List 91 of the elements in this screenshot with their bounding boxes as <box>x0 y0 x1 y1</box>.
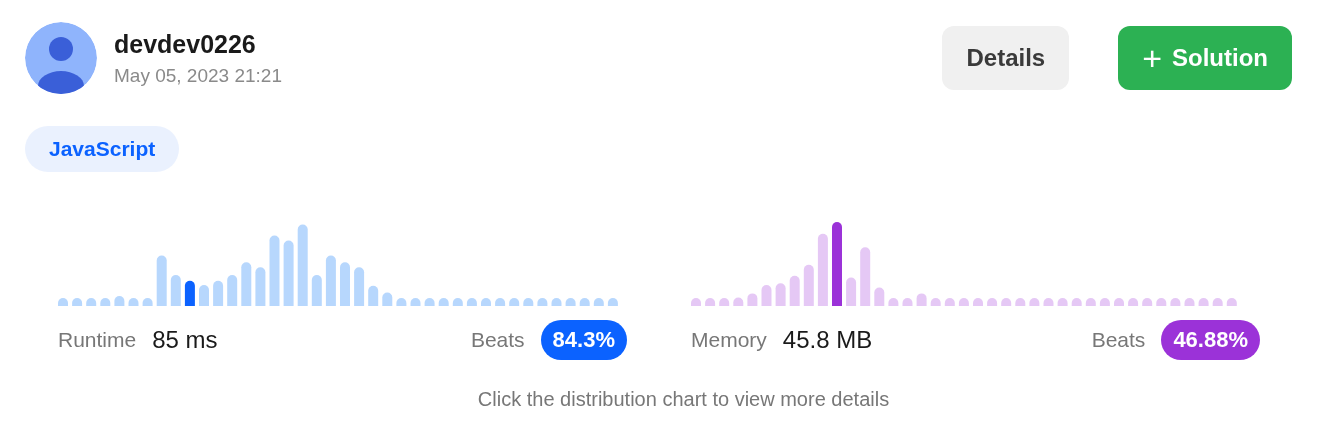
plus-icon: + <box>1142 41 1162 75</box>
chart-bar[interactable] <box>789 275 800 306</box>
beats-percentage: 84.3% <box>540 320 627 360</box>
chart-bar[interactable] <box>1071 298 1082 306</box>
chart-bar[interactable] <box>775 283 786 306</box>
chart-bar[interactable] <box>733 297 744 306</box>
chart-bar[interactable] <box>1198 298 1209 306</box>
chart-bar[interactable] <box>930 298 941 306</box>
chart-bar[interactable] <box>227 274 238 306</box>
chart-bar[interactable] <box>269 235 280 306</box>
chart-bar[interactable] <box>1114 298 1124 306</box>
chart-bar[interactable] <box>719 298 730 306</box>
chart-bar[interactable] <box>846 277 857 306</box>
details-button[interactable]: Details <box>942 26 1070 90</box>
chart-bar[interactable] <box>156 255 167 306</box>
chart-bar[interactable] <box>340 262 350 306</box>
chart-bar[interactable] <box>255 267 266 306</box>
chart-bar[interactable] <box>705 298 716 306</box>
chart-bar[interactable] <box>481 298 491 306</box>
chart-bar[interactable] <box>354 267 365 306</box>
chart-bar[interactable] <box>1001 298 1012 306</box>
chart-bar[interactable] <box>803 264 814 306</box>
chart-bar[interactable] <box>747 293 758 306</box>
chart-bar[interactable] <box>1099 298 1110 306</box>
language-tag: JavaScript <box>25 126 180 172</box>
chart-bar[interactable] <box>1057 298 1068 306</box>
chart-bar[interactable] <box>410 298 421 306</box>
chart-bar[interactable] <box>860 247 871 306</box>
chart-bar[interactable] <box>691 298 701 306</box>
chart-bar[interactable] <box>382 292 393 306</box>
avatar-icon <box>25 22 97 94</box>
chart-bar[interactable] <box>1156 298 1167 306</box>
chart-bar[interactable] <box>523 298 534 306</box>
chart-bar[interactable] <box>283 240 294 306</box>
chart-bar[interactable] <box>1170 298 1181 306</box>
chart-bar[interactable] <box>888 298 899 306</box>
hint-text: Click the distribution chart to view more details <box>476 388 891 411</box>
chart-bar[interactable] <box>213 280 224 306</box>
chart-bar[interactable] <box>86 298 97 306</box>
chart-bar[interactable] <box>241 262 252 306</box>
chart-bar[interactable] <box>128 298 139 306</box>
chart-bar[interactable] <box>1184 298 1195 306</box>
post-date: May 05, 2023 21:21 <box>114 64 282 87</box>
chart-bar[interactable] <box>1142 298 1153 306</box>
chart-bar[interactable] <box>114 295 125 306</box>
chart-bar[interactable] <box>424 298 435 306</box>
chart-bar[interactable] <box>1128 298 1139 306</box>
beats-label: Beats <box>1091 328 1146 352</box>
chart-bar[interactable] <box>100 298 111 306</box>
chart-bar[interactable] <box>142 298 153 306</box>
beats-percentage: 46.88% <box>1161 320 1260 360</box>
chart-bar[interactable] <box>438 298 449 306</box>
chart-bar[interactable] <box>466 298 477 306</box>
chart-bar[interactable] <box>1029 298 1040 306</box>
chart-bar[interactable] <box>58 298 68 306</box>
chart-bar[interactable] <box>916 293 927 306</box>
username[interactable]: devdev0226 <box>114 29 282 59</box>
chart-bar[interactable] <box>311 274 322 306</box>
chart-bar[interactable] <box>1043 298 1054 306</box>
chart-bar[interactable] <box>368 285 379 306</box>
chart-bar[interactable] <box>579 298 590 306</box>
chart-bar[interactable] <box>987 298 998 306</box>
chart-bar[interactable] <box>1226 298 1237 306</box>
chart-bar[interactable] <box>817 233 828 306</box>
chart-bar[interactable] <box>297 224 308 306</box>
chart-bar[interactable] <box>396 298 407 306</box>
stat-label: Memory <box>691 328 767 352</box>
chart-bar[interactable] <box>761 285 772 306</box>
chart-bar[interactable] <box>1085 298 1096 306</box>
chart-bar[interactable] <box>902 298 913 306</box>
chart-bar[interactable] <box>874 287 885 306</box>
chart-bar[interactable] <box>452 298 463 306</box>
highlighted-bar[interactable] <box>184 280 195 306</box>
chart-bar[interactable] <box>607 298 618 306</box>
chart-bar[interactable] <box>551 298 562 306</box>
chart-bar[interactable] <box>537 298 548 306</box>
chart-bar[interactable] <box>565 298 576 306</box>
chart-bar[interactable] <box>593 298 604 306</box>
chart-bar[interactable] <box>495 298 506 306</box>
stat-value: 85 ms <box>152 326 218 354</box>
chart-bar[interactable] <box>944 298 955 306</box>
chart-bar[interactable] <box>325 255 336 306</box>
stat-value: 45.8 MB <box>782 326 873 354</box>
stat-label: Runtime <box>58 328 137 352</box>
beats-label: Beats <box>470 328 525 352</box>
chart-bar[interactable] <box>1212 298 1223 306</box>
chart-bar[interactable] <box>973 298 983 306</box>
chart-bar[interactable] <box>509 298 520 306</box>
chart-bar[interactable] <box>1015 298 1026 306</box>
chart-bar[interactable] <box>72 298 83 306</box>
chart-bar[interactable] <box>958 298 969 306</box>
